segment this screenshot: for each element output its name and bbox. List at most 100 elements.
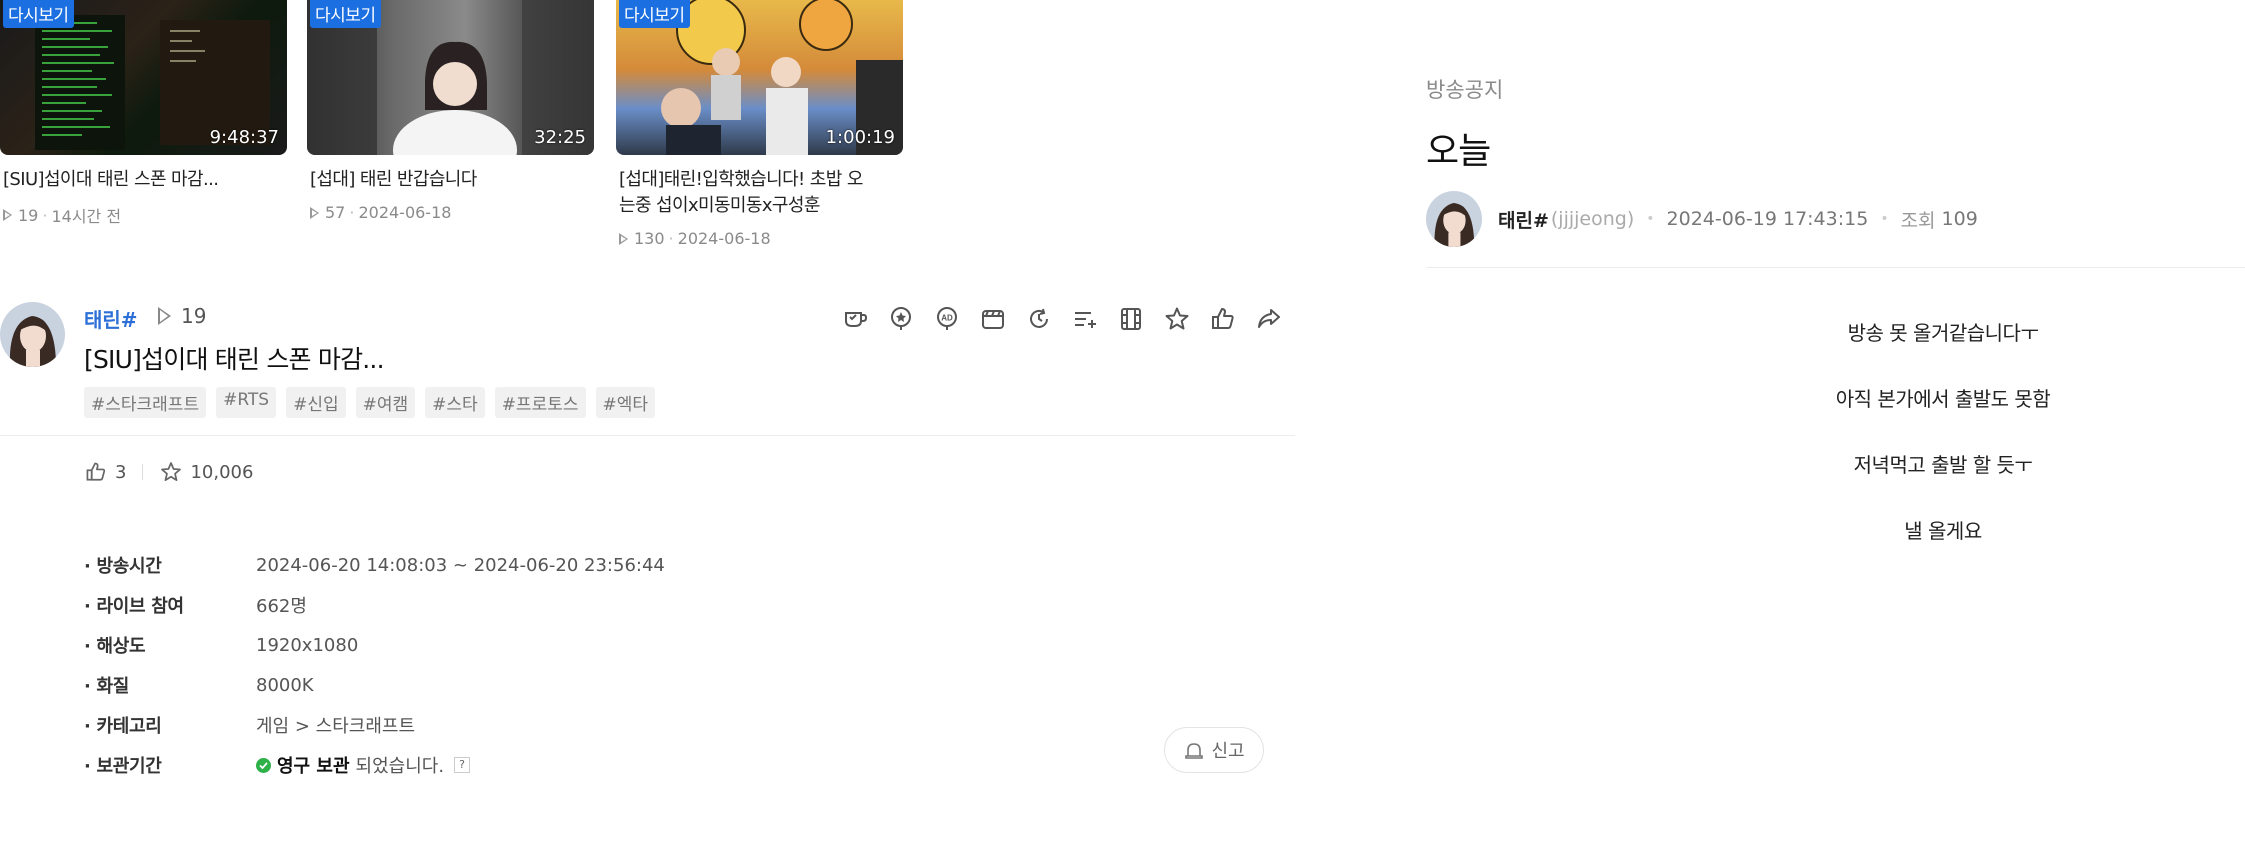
category-link[interactable]: 게임 > 스타크래프트	[256, 712, 415, 738]
vod-card[interactable]: 다시보기 32:25 [섭대] 태린 반갑습니다 57 · 2024-06-18	[307, 0, 594, 222]
detail-row: · 보관기간 영구 보관 되었습니다. ?	[84, 745, 665, 785]
report-label: 신고	[1211, 741, 1245, 762]
replay-badge: 다시보기	[619, 0, 690, 28]
play-count-icon	[3, 209, 12, 221]
vod-meta: 19 · 14시간 전	[0, 203, 287, 227]
retention-value: 영구 보관 되었습니다. ?	[256, 752, 471, 778]
tag-chip[interactable]: #스타	[425, 387, 485, 418]
notice-date: 2024-06-19 17:43:15	[1666, 208, 1869, 230]
detail-label: · 화질	[84, 676, 130, 697]
vod-thumbnail[interactable]: 다시보기 9:48:37	[0, 0, 287, 155]
broadcast-title: [SIU]섭이대 태린 스폰 마감...	[84, 345, 385, 374]
play-icon	[158, 307, 171, 325]
playlist-add-icon[interactable]	[1068, 302, 1101, 335]
stat-separator	[142, 464, 144, 480]
report-button[interactable]: 신고	[1164, 727, 1264, 773]
vod-views: 57	[325, 203, 346, 222]
detail-row: · 카테고리 게임 > 스타크래프트	[84, 705, 665, 745]
detail-label: · 보관기간	[84, 756, 162, 777]
ad-balloon-icon[interactable]: AD	[930, 302, 963, 335]
detail-value: 662명	[256, 596, 307, 617]
vod-title[interactable]: [섭대] 태린 반갑습니다	[307, 167, 567, 193]
detail-label: · 라이브 참여	[84, 596, 184, 617]
meta-separator: ·	[349, 203, 355, 222]
tag-chip[interactable]: #여캠	[355, 387, 416, 418]
tag-chip[interactable]: #RTS	[216, 387, 277, 418]
streamer-avatar[interactable]	[0, 302, 65, 367]
streamer-name[interactable]: 태린#	[84, 304, 138, 333]
notice-line: 방송 못 올거같습니다ㅜ	[1847, 321, 2039, 345]
balloon-icon[interactable]	[838, 302, 871, 335]
vod-date: 14시간 전	[51, 207, 122, 226]
thumbs-up-icon[interactable]	[1206, 302, 1239, 335]
notice-author: 태린# (jjjjeong) • 2024-06-19 17:43:15 • 조…	[1426, 191, 1978, 247]
vod-meta: 57 · 2024-06-18	[307, 203, 594, 222]
broadcast-details: · 방송시간 2024-06-20 14:08:03 ~ 2024-06-20 …	[84, 545, 665, 785]
notice-line: 아직 본가에서 출발도 못함	[1835, 387, 2051, 411]
vod-card[interactable]: 다시보기 9:48:37 [SIU]섭이대 태린 스폰 마감... 19 · 1…	[0, 0, 287, 227]
vod-views: 130	[634, 229, 665, 248]
play-count-icon	[619, 232, 628, 245]
notice-body: 방송 못 올거같습니다ㅜ 아직 본가에서 출발도 못함 저녁먹고 출발 할 듯ㅜ…	[1426, 317, 2206, 581]
author-avatar[interactable]	[1426, 191, 1482, 247]
views-label: 조회	[1900, 209, 1936, 232]
meta-separator: ·	[42, 205, 48, 225]
vod-thumbnail[interactable]: 다시보기 32:25	[307, 0, 594, 155]
star-balloon-icon[interactable]	[884, 302, 917, 335]
vod-card[interactable]: 다시보기 1:00:19 [섭대]태린!입학했습니다! 초밥 오는중 섭이x미동…	[616, 0, 903, 248]
vod-thumbnail[interactable]: 다시보기 1:00:19	[616, 0, 903, 155]
retention-rest: 되었습니다.	[355, 756, 445, 777]
view-count-value: 19	[181, 304, 207, 328]
vod-duration: 9:48:37	[209, 127, 279, 148]
vod-title[interactable]: [섭대]태린!입학했습니다! 초밥 오는중 섭이x미동미동x구성훈	[616, 167, 876, 219]
like-count: 3	[115, 461, 127, 483]
detail-value: 2024-06-20 14:08:03 ~ 2024-06-20 23:56:4…	[256, 554, 665, 576]
favorite-stat[interactable]: 10,006	[159, 460, 253, 484]
clip-icon[interactable]	[976, 302, 1009, 335]
tag-chip[interactable]: #신입	[286, 387, 346, 418]
detail-row: · 방송시간 2024-06-20 14:08:03 ~ 2024-06-20 …	[84, 545, 665, 585]
timeline-icon[interactable]	[1022, 302, 1055, 335]
vod-date: 2024-06-18	[677, 229, 771, 248]
favorite-count: 10,006	[190, 461, 254, 483]
tag-chip[interactable]: #엑타	[595, 387, 656, 418]
vod-title[interactable]: [SIU]섭이대 태린 스폰 마감...	[0, 167, 260, 193]
like-stat[interactable]: 3	[84, 460, 126, 484]
vod-views: 19	[18, 205, 39, 225]
replay-badge: 다시보기	[3, 0, 74, 28]
notice-section-label: 방송공지	[1426, 78, 1504, 102]
siren-icon	[1185, 743, 1204, 759]
film-icon[interactable]	[1114, 302, 1147, 335]
vod-duration: 1:00:19	[825, 127, 895, 148]
detail-row: · 화질 8000K	[84, 665, 665, 705]
detail-row: · 해상도 1920x1080	[84, 625, 665, 665]
vod-duration: 32:25	[534, 127, 586, 148]
detail-label: · 카테고리	[84, 716, 162, 737]
tag-chip[interactable]: #스타크래프트	[84, 387, 207, 418]
notice-views: 109	[1941, 208, 1978, 230]
replay-badge: 다시보기	[310, 0, 381, 28]
author-id: (jjjjeong)	[1550, 208, 1635, 230]
section-divider	[0, 435, 1295, 436]
detail-label: · 방송시간	[84, 556, 162, 577]
vod-date: 2024-06-18	[358, 203, 452, 222]
vod-page: 다시보기 9:48:37 [SIU]섭이대 태린 스폰 마감... 19 · 1…	[0, 0, 1300, 855]
tag-chip[interactable]: #프로토스	[494, 387, 586, 418]
help-icon[interactable]: ?	[454, 757, 471, 773]
notice-line: 저녁먹고 출발 할 듯ㅜ	[1853, 453, 2033, 477]
check-circle-icon	[256, 757, 271, 773]
detail-label: · 해상도	[84, 636, 146, 657]
detail-row: · 라이브 참여 662명	[84, 585, 665, 625]
vod-stats: 3 10,006	[84, 460, 253, 484]
meta-separator: •	[1646, 211, 1655, 227]
action-toolbar: AD	[838, 302, 1285, 335]
favorite-icon[interactable]	[1160, 302, 1193, 335]
share-icon[interactable]	[1252, 302, 1285, 335]
detail-value: 8000K	[256, 674, 314, 696]
vod-meta: 130 · 2024-06-18	[616, 229, 903, 248]
detail-value: 1920x1080	[256, 634, 359, 656]
broadcast-info-header: 태린# 19 [SIU]섭이대 태린 스폰 마감... #스타크래프트 #RTS…	[0, 302, 1300, 432]
retention-strong: 영구 보관	[277, 756, 350, 777]
section-divider	[1426, 267, 2245, 268]
author-name[interactable]: 태린#	[1498, 206, 1549, 233]
